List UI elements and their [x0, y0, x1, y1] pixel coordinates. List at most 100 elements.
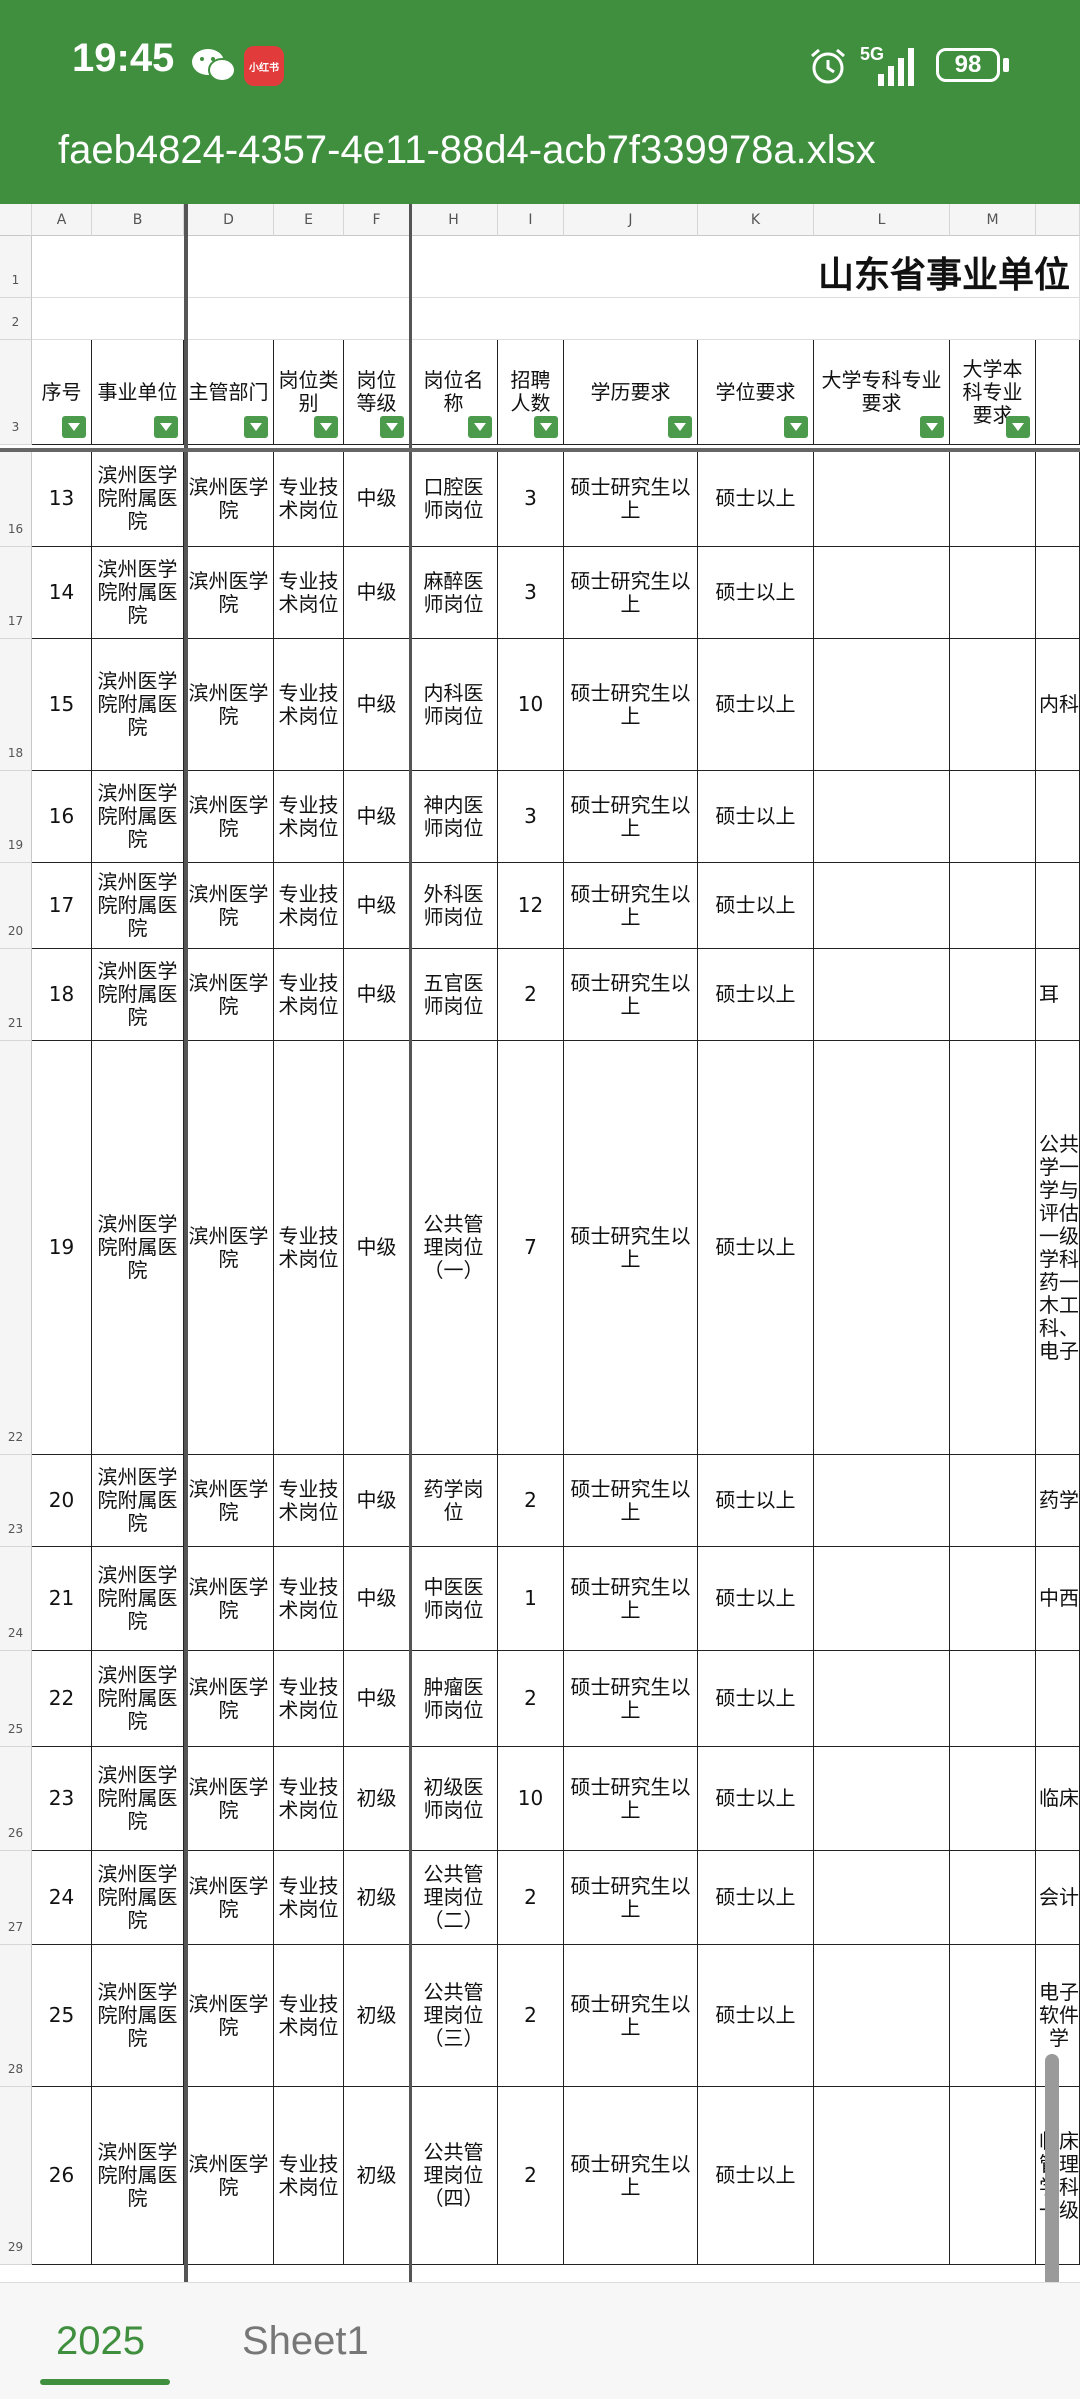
tab-sheet1[interactable]: Sheet1	[242, 2319, 369, 2364]
table-cell[interactable]	[950, 771, 1036, 863]
filter-dropdown-icon[interactable]	[534, 416, 558, 438]
row-header[interactable]: 1	[0, 236, 32, 298]
table-cell[interactable]: 硕士研究生以上	[564, 1747, 698, 1851]
table-cell[interactable]: 硕士以上	[698, 1851, 814, 1945]
table-cell[interactable]: 3	[498, 547, 564, 639]
table-cell[interactable]	[814, 771, 950, 863]
table-cell[interactable]: 滨州医学院附属医院	[92, 2087, 184, 2265]
table-cell[interactable]	[814, 1455, 950, 1547]
table-cell[interactable]: 滨州医学院	[184, 1547, 274, 1651]
table-cell[interactable]: 14	[32, 547, 92, 639]
table-cell[interactable]	[950, 949, 1036, 1041]
table-cell[interactable]: 硕士以上	[698, 1041, 814, 1455]
table-cell[interactable]: 外科医师岗位	[410, 863, 498, 949]
table-cell[interactable]: 12	[498, 863, 564, 949]
table-cell[interactable]	[950, 1945, 1036, 2087]
row-header[interactable]: 23	[0, 1455, 32, 1547]
table-cell[interactable]	[814, 1945, 950, 2087]
column-header[interactable]: M	[950, 204, 1036, 236]
table-cell[interactable]: 硕士以上	[698, 1455, 814, 1547]
table-cell-partial[interactable]	[1036, 1651, 1080, 1747]
table-cell[interactable]: 25	[32, 1945, 92, 2087]
filter-dropdown-icon[interactable]	[154, 416, 178, 438]
row-header[interactable]: 26	[0, 1747, 32, 1851]
table-cell[interactable]: 硕士研究生以上	[564, 771, 698, 863]
table-cell[interactable]: 滨州医学院	[184, 771, 274, 863]
table-cell[interactable]: 专业技术岗位	[274, 2087, 344, 2265]
table-cell[interactable]: 3	[498, 771, 564, 863]
table-cell[interactable]: 初级	[344, 1851, 410, 1945]
table-cell[interactable]: 2	[498, 1851, 564, 1945]
table-cell[interactable]: 硕士以上	[698, 1945, 814, 2087]
table-cell[interactable]: 硕士以上	[698, 639, 814, 771]
column-header[interactable]: J	[564, 204, 698, 236]
table-cell[interactable]	[814, 2087, 950, 2265]
row-header[interactable]: 27	[0, 1851, 32, 1945]
table-cell[interactable]: 滨州医学院	[184, 2087, 274, 2265]
table-cell[interactable]: 中级	[344, 1455, 410, 1547]
column-header[interactable]: B	[92, 204, 184, 236]
table-cell[interactable]: 20	[32, 1455, 92, 1547]
table-cell[interactable]: 硕士研究生以上	[564, 639, 698, 771]
table-cell[interactable]: 专业技术岗位	[274, 639, 344, 771]
table-cell[interactable]: 硕士以上	[698, 949, 814, 1041]
table-cell[interactable]: 硕士以上	[698, 1547, 814, 1651]
table-cell[interactable]: 专业技术岗位	[274, 1455, 344, 1547]
table-cell[interactable]	[950, 1547, 1036, 1651]
table-cell[interactable]: 滨州医学院	[184, 451, 274, 547]
table-cell[interactable]	[950, 1851, 1036, 1945]
table-cell[interactable]	[814, 547, 950, 639]
table-cell[interactable]: 五官医师岗位	[410, 949, 498, 1041]
table-cell[interactable]: 19	[32, 1041, 92, 1455]
row-header[interactable]: 3	[0, 340, 32, 445]
table-cell[interactable]: 专业技术岗位	[274, 771, 344, 863]
table-cell[interactable]: 22	[32, 1651, 92, 1747]
table-cell[interactable]: 1	[498, 1547, 564, 1651]
row-header[interactable]: 19	[0, 771, 32, 863]
table-cell[interactable]: 2	[498, 1651, 564, 1747]
table-cell-partial[interactable]: 内科	[1036, 639, 1080, 771]
table-cell[interactable]: 滨州医学院附属医院	[92, 1945, 184, 2087]
table-cell-partial[interactable]: 中西	[1036, 1547, 1080, 1651]
table-cell[interactable]	[814, 1651, 950, 1747]
table-cell[interactable]: 中级	[344, 1547, 410, 1651]
table-cell[interactable]: 滨州医学院	[184, 1945, 274, 2087]
table-cell-partial[interactable]: 公共学一学与评估一级学科药一木工科、电子	[1036, 1041, 1080, 1455]
table-cell[interactable]: 专业技术岗位	[274, 1747, 344, 1851]
table-cell[interactable]: 23	[32, 1747, 92, 1851]
table-cell[interactable]: 专业技术岗位	[274, 949, 344, 1041]
table-cell[interactable]: 硕士研究生以上	[564, 1041, 698, 1455]
table-cell[interactable]: 滨州医学院附属医院	[92, 1455, 184, 1547]
table-cell[interactable]: 口腔医师岗位	[410, 451, 498, 547]
table-cell[interactable]: 肿瘤医师岗位	[410, 1651, 498, 1747]
table-cell[interactable]: 中级	[344, 1651, 410, 1747]
table-cell[interactable]: 神内医师岗位	[410, 771, 498, 863]
table-cell[interactable]: 2	[498, 1945, 564, 2087]
table-cell[interactable]: 滨州医学院	[184, 639, 274, 771]
table-cell[interactable]	[814, 1547, 950, 1651]
table-cell[interactable]: 专业技术岗位	[274, 1547, 344, 1651]
row-header[interactable]: 21	[0, 949, 32, 1041]
filter-dropdown-icon[interactable]	[668, 416, 692, 438]
filter-dropdown-icon[interactable]	[784, 416, 808, 438]
table-cell[interactable]: 初级医师岗位	[410, 1747, 498, 1851]
table-cell[interactable]: 24	[32, 1851, 92, 1945]
table-cell[interactable]: 中级	[344, 949, 410, 1041]
table-cell-partial[interactable]	[1036, 771, 1080, 863]
table-cell[interactable]: 初级	[344, 1747, 410, 1851]
table-cell[interactable]: 专业技术岗位	[274, 547, 344, 639]
table-cell[interactable]	[950, 451, 1036, 547]
table-cell[interactable]: 13	[32, 451, 92, 547]
table-cell[interactable]: 硕士以上	[698, 1747, 814, 1851]
filter-dropdown-icon[interactable]	[314, 416, 338, 438]
table-cell[interactable]: 专业技术岗位	[274, 1851, 344, 1945]
filter-dropdown-icon[interactable]	[1006, 416, 1030, 438]
table-cell[interactable]: 中级	[344, 547, 410, 639]
table-cell[interactable]: 硕士研究生以上	[564, 1651, 698, 1747]
table-cell[interactable]: 滨州医学院附属医院	[92, 451, 184, 547]
row-header[interactable]: 2	[0, 298, 32, 340]
table-cell[interactable]: 中级	[344, 771, 410, 863]
table-cell[interactable]: 滨州医学院	[184, 1747, 274, 1851]
table-cell[interactable]: 硕士研究生以上	[564, 547, 698, 639]
table-cell[interactable]: 17	[32, 863, 92, 949]
